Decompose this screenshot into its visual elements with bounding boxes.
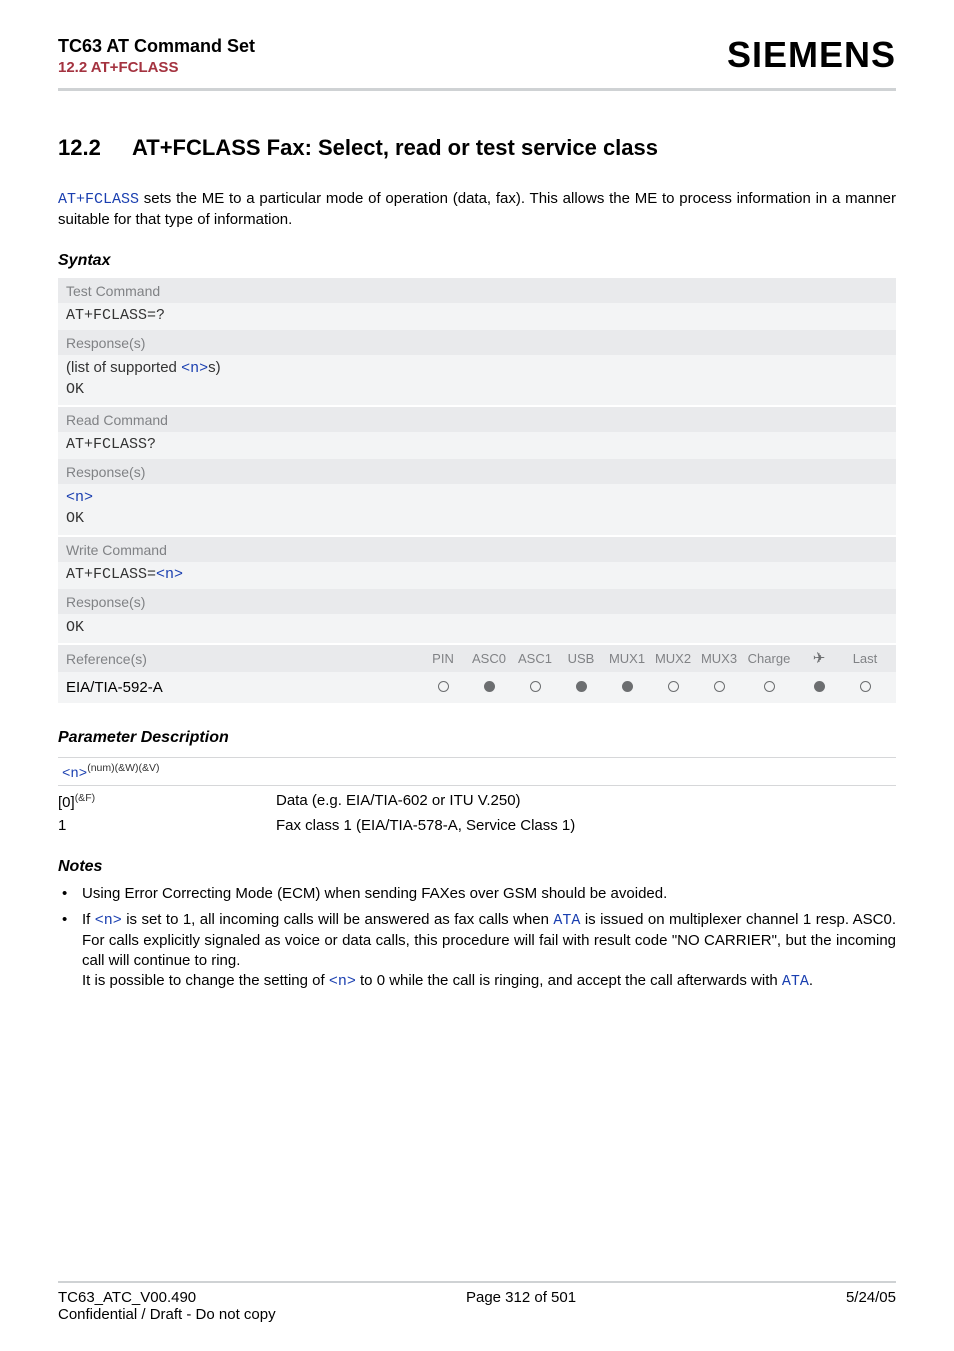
dot-charge: [742, 679, 796, 696]
dot-last: [842, 679, 888, 696]
section-heading: 12.2AT+FCLASS Fax: Select, read or test …: [58, 135, 896, 161]
param-key-1: 1: [58, 817, 276, 834]
note2-ata-link-2[interactable]: ATA: [782, 973, 809, 990]
intro-cmd-link[interactable]: AT+FCLASS: [58, 191, 139, 208]
col-plane: ✈: [796, 651, 842, 666]
notes-heading: Notes: [58, 858, 896, 876]
param-tag[interactable]: <n>: [62, 766, 87, 782]
section-title: AT+FCLASS Fax: Select, read or test serv…: [132, 135, 658, 160]
col-usb: USB: [558, 651, 604, 666]
param-val-0: Data (e.g. EIA/TIA-602 or ITU V.250): [276, 792, 521, 811]
intro-text: sets the ME to a particular mode of oper…: [58, 190, 896, 228]
col-mux2: MUX2: [650, 651, 696, 666]
syntax-table: Test Command AT+FCLASS=? Response(s) (li…: [58, 278, 896, 703]
reference-value: EIA/TIA-592-A: [66, 679, 420, 696]
read-resp-n[interactable]: <n>: [66, 489, 93, 506]
dot-mux3: [696, 679, 742, 696]
footer-rule: [58, 1281, 896, 1283]
param-val-1: Fax class 1 (EIA/TIA-578-A, Service Clas…: [276, 817, 575, 834]
doc-subtitle: 12.2 AT+FCLASS: [58, 59, 255, 76]
col-asc1: ASC1: [512, 651, 558, 666]
write-command: AT+FCLASS=<n>: [58, 562, 896, 589]
col-pin: PIN: [420, 651, 466, 666]
read-response: <n> OK: [58, 484, 896, 535]
col-mux1: MUX1: [604, 651, 650, 666]
param-tag-sup: (num)(&W)(&V): [87, 762, 159, 774]
col-charge: Charge: [742, 651, 796, 666]
param-tag-row: <n>(num)(&W)(&V): [58, 757, 896, 786]
dot-usb: [558, 679, 604, 696]
read-resp-ok: OK: [66, 510, 84, 527]
reference-label: Reference(s): [66, 651, 420, 667]
reference-header-row: Reference(s) PIN ASC0 ASC1 USB MUX1 MUX2…: [58, 645, 896, 672]
notes-block: Using Error Correcting Mode (ECM) when s…: [58, 884, 896, 992]
footer-left2: Confidential / Draft - Do not copy: [58, 1306, 896, 1323]
write-response-header: Response(s): [58, 589, 896, 614]
param-key-0: [0](&F): [58, 792, 276, 811]
col-asc0: ASC0: [466, 651, 512, 666]
read-command: AT+FCLASS?: [58, 432, 896, 459]
test-resp-pre: (list of supported: [66, 359, 181, 376]
test-response-header: Response(s): [58, 330, 896, 355]
reference-value-row: EIA/TIA-592-A: [58, 672, 896, 703]
footer-center: Page 312 of 501: [466, 1289, 576, 1306]
write-command-header: Write Command: [58, 537, 896, 562]
test-resp-n[interactable]: <n>: [181, 360, 208, 377]
param-row-1: 1 Fax class 1 (EIA/TIA-578-A, Service Cl…: [58, 817, 896, 834]
test-command-header: Test Command: [58, 278, 896, 303]
airplane-icon: ✈: [813, 651, 826, 666]
col-mux3: MUX3: [696, 651, 742, 666]
syntax-heading: Syntax: [58, 252, 896, 270]
dot-asc1: [512, 679, 558, 696]
page-footer: TC63_ATC_V00.490 Page 312 of 501 5/24/05…: [58, 1281, 896, 1323]
dot-mux2: [650, 679, 696, 696]
col-last: Last: [842, 651, 888, 666]
intro-paragraph: AT+FCLASS sets the ME to a particular mo…: [58, 189, 896, 230]
test-resp-ok: OK: [66, 381, 84, 398]
test-response: (list of supported <n>s) OK: [58, 355, 896, 406]
page-header: TC63 AT Command Set 12.2 AT+FCLASS SIEME…: [58, 34, 896, 76]
paramdesc-heading: Parameter Description: [58, 729, 896, 747]
read-command-header: Read Command: [58, 407, 896, 432]
header-rule: [58, 88, 896, 91]
note2-n-link-2[interactable]: <n>: [329, 973, 356, 990]
dot-pin: [420, 679, 466, 696]
test-command: AT+FCLASS=?: [58, 303, 896, 330]
doc-title: TC63 AT Command Set: [58, 36, 255, 57]
test-resp-post: s): [208, 359, 221, 376]
footer-right: 5/24/05: [846, 1289, 896, 1306]
write-resp-ok: OK: [66, 619, 84, 636]
section-number: 12.2: [58, 135, 132, 161]
write-cmd-n[interactable]: <n>: [156, 566, 183, 583]
note-1: Using Error Correcting Mode (ECM) when s…: [58, 884, 896, 904]
header-left: TC63 AT Command Set 12.2 AT+FCLASS: [58, 36, 255, 76]
note2-ata-link-1[interactable]: ATA: [553, 912, 580, 929]
dot-mux1: [604, 679, 650, 696]
note2-n-link-1[interactable]: <n>: [95, 912, 122, 929]
siemens-logo: SIEMENS: [727, 34, 896, 76]
note-2: If <n> is set to 1, all incoming calls w…: [58, 910, 896, 992]
dot-asc0: [466, 679, 512, 696]
footer-left: TC63_ATC_V00.490: [58, 1289, 196, 1306]
write-cmd-pre: AT+FCLASS=: [66, 566, 156, 583]
param-row-0: [0](&F) Data (e.g. EIA/TIA-602 or ITU V.…: [58, 792, 896, 811]
read-response-header: Response(s): [58, 459, 896, 484]
write-response: OK: [58, 614, 896, 643]
dot-plane: [796, 679, 842, 696]
parameter-block: <n>(num)(&W)(&V) [0](&F) Data (e.g. EIA/…: [58, 757, 896, 834]
